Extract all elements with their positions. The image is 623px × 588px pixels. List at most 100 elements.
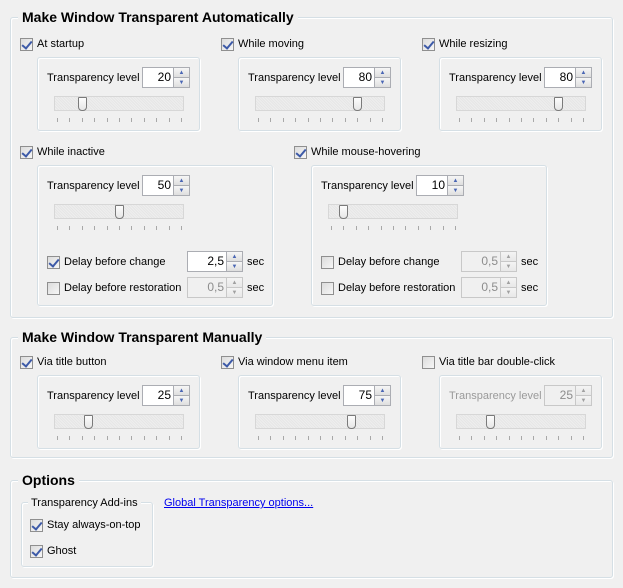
slider-tick <box>81 226 83 230</box>
slider-tick <box>106 436 108 440</box>
slider-thumb[interactable] <box>486 415 495 429</box>
global-transparency-options-link[interactable]: Global Transparency options... <box>164 496 313 510</box>
spin-up-icon[interactable]: ▲ <box>576 68 591 77</box>
spin-down-icon[interactable]: ▼ <box>576 77 591 87</box>
via-window-menu-level-spinner[interactable]: 75 ▲ ▼ <box>343 385 391 406</box>
inactive-delay-change-checkbox[interactable]: Delay before change <box>47 255 166 269</box>
while-inactive-slider[interactable] <box>54 204 184 234</box>
spin-down-icon[interactable]: ▼ <box>448 185 463 195</box>
spinner-value[interactable]: 25 <box>545 386 575 405</box>
slider-track[interactable] <box>54 414 184 429</box>
spin-down-icon[interactable]: ▼ <box>375 395 390 405</box>
while-resizing-checkbox[interactable]: While resizing <box>422 37 507 51</box>
slider-tick <box>57 118 58 122</box>
spin-up-icon[interactable]: ▲ <box>501 278 516 287</box>
spinner-value[interactable]: 80 <box>545 68 575 87</box>
ghost-checkbox[interactable]: Ghost <box>30 544 76 558</box>
spin-up-icon[interactable]: ▲ <box>448 176 463 185</box>
spinner-value[interactable]: 0,5 <box>462 252 500 271</box>
slider-thumb[interactable] <box>77 97 87 111</box>
spinner-value[interactable]: 10 <box>417 176 447 195</box>
hover-delay-restore-spinner[interactable]: 0,5 ▲ ▼ <box>461 277 517 298</box>
spin-up-icon[interactable]: ▲ <box>227 278 242 287</box>
while-hovering-level-spinner[interactable]: 10 ▲ ▼ <box>416 175 464 196</box>
spinner-value[interactable]: 2,5 <box>188 252 226 271</box>
stay-on-top-checkbox[interactable]: Stay always-on-top <box>30 518 141 532</box>
while-resizing-level-spinner[interactable]: 80 ▲ ▼ <box>544 67 592 88</box>
spinner-value[interactable]: 0,5 <box>462 278 500 297</box>
slider-tick <box>545 436 547 440</box>
slider-tick <box>69 118 71 122</box>
spin-up-icon[interactable]: ▲ <box>174 68 189 77</box>
spin-down-icon[interactable]: ▼ <box>501 261 516 271</box>
via-title-button-level-spinner[interactable]: 25 ▲ ▼ <box>142 385 190 406</box>
spin-up-icon[interactable]: ▲ <box>375 386 390 395</box>
spinner-value[interactable]: 80 <box>344 68 374 87</box>
hover-delay-restore-checkbox[interactable]: Delay before restoration <box>321 281 455 295</box>
slider-tick <box>533 118 535 122</box>
while-hovering-checkbox[interactable]: While mouse-hovering <box>294 145 420 159</box>
while-inactive-checkbox[interactable]: While inactive <box>20 145 105 159</box>
checkbox-box <box>20 37 33 51</box>
via-double-click-level-spinner[interactable]: 25 ▲ ▼ <box>544 385 592 406</box>
at-startup-checkbox[interactable]: At startup <box>20 37 84 51</box>
slider-tick <box>295 436 297 440</box>
hover-delay-restore-unit: sec <box>521 282 539 294</box>
slider-tick <box>131 436 133 440</box>
slider-thumb[interactable] <box>554 97 564 111</box>
inactive-delay-restore-spinner[interactable]: 0,5 ▲ ▼ <box>187 277 243 298</box>
spin-down-icon[interactable]: ▼ <box>375 77 390 87</box>
spin-up-icon[interactable]: ▲ <box>174 176 189 185</box>
via-window-menu-checkbox[interactable]: Via window menu item <box>221 355 348 369</box>
hover-delay-change-checkbox[interactable]: Delay before change <box>321 255 440 269</box>
via-window-menu-slider[interactable] <box>255 414 385 444</box>
slider-thumb[interactable] <box>84 415 93 429</box>
while-resizing-slider[interactable] <box>456 96 586 126</box>
slider-thumb[interactable] <box>115 205 124 219</box>
spin-down-icon[interactable]: ▼ <box>501 287 516 297</box>
spin-down-icon[interactable]: ▼ <box>227 287 242 297</box>
while-inactive-level-spinner[interactable]: 50 ▲ ▼ <box>142 175 190 196</box>
while-moving-level-spinner[interactable]: 80 ▲ ▼ <box>343 67 391 88</box>
slider-track[interactable] <box>456 414 586 429</box>
at-startup-slider[interactable] <box>54 96 184 126</box>
spin-down-icon[interactable]: ▼ <box>174 395 189 405</box>
via-double-click-checkbox[interactable]: Via title bar double-click <box>422 355 555 369</box>
hover-delay-change-spinner[interactable]: 0,5 ▲ ▼ <box>461 251 517 272</box>
inactive-delay-change-spinner[interactable]: 2,5 ▲ ▼ <box>187 251 243 272</box>
via-double-click-slider[interactable] <box>456 414 586 444</box>
spinner-value[interactable]: 20 <box>143 68 173 87</box>
slider-tick <box>181 226 182 230</box>
slider-track[interactable] <box>255 414 385 429</box>
spin-up-icon[interactable]: ▲ <box>501 252 516 261</box>
slider-ticks <box>57 118 182 123</box>
slider-track[interactable] <box>255 96 385 111</box>
while-hovering-slider[interactable] <box>328 204 458 234</box>
while-moving-checkbox[interactable]: While moving <box>221 37 304 51</box>
spin-down-icon[interactable]: ▼ <box>174 185 189 195</box>
slider-track[interactable] <box>54 96 184 111</box>
spinner-value[interactable]: 50 <box>143 176 173 195</box>
slider-thumb[interactable] <box>347 415 356 429</box>
spin-down-icon[interactable]: ▼ <box>576 395 591 405</box>
spin-down-icon[interactable]: ▼ <box>227 261 242 271</box>
inactive-delay-restore-checkbox[interactable]: Delay before restoration <box>47 281 181 295</box>
spinner-value[interactable]: 75 <box>344 386 374 405</box>
via-title-button-label: Via title button <box>37 356 107 368</box>
slider-thumb[interactable] <box>339 205 349 219</box>
slider-tick <box>143 226 145 230</box>
at-startup-level-spinner[interactable]: 20 ▲ ▼ <box>142 67 190 88</box>
spin-up-icon[interactable]: ▲ <box>375 68 390 77</box>
spinner-value[interactable]: 0,5 <box>188 278 226 297</box>
via-title-button-checkbox[interactable]: Via title button <box>20 355 107 369</box>
while-moving-slider[interactable] <box>255 96 385 126</box>
slider-thumb[interactable] <box>353 97 363 111</box>
spin-up-icon[interactable]: ▲ <box>174 386 189 395</box>
spinner-value[interactable]: 25 <box>143 386 173 405</box>
spin-up-icon[interactable]: ▲ <box>227 252 242 261</box>
slider-track[interactable] <box>456 96 586 111</box>
spin-up-icon[interactable]: ▲ <box>576 386 591 395</box>
slider-tick <box>106 118 108 122</box>
spin-down-icon[interactable]: ▼ <box>174 77 189 87</box>
via-title-button-slider[interactable] <box>54 414 184 444</box>
